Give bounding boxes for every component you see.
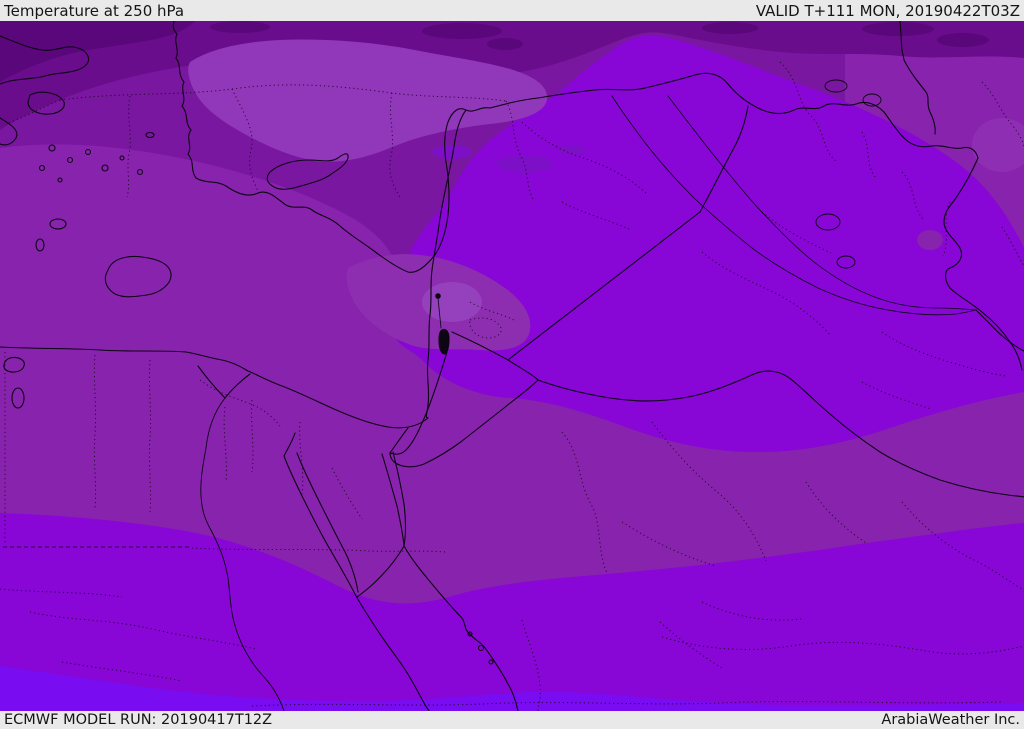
- dead-sea: [438, 328, 450, 355]
- valid-time-label: VALID T+111 MON, 20190422T03Z: [755, 1, 1020, 20]
- map-canvas: [0, 21, 1024, 711]
- cold-blob: [210, 21, 270, 33]
- cold-blob: [422, 23, 502, 39]
- footer-bar: ECMWF MODEL RUN: 20190417T12Z ArabiaWeat…: [0, 711, 1024, 729]
- fill-dull-blob-iraq: [917, 230, 943, 250]
- model-run-label: ECMWF MODEL RUN: 20190417T12Z: [4, 712, 273, 728]
- temperature-fill-layers: [0, 21, 1024, 711]
- branding-label: ArabiaWeather Inc.: [881, 712, 1020, 728]
- page-title: Temperature at 250 hPa: [4, 1, 185, 20]
- sea-of-galilee: [435, 293, 441, 299]
- cold-blob: [937, 33, 989, 47]
- temp-blob: [496, 155, 552, 173]
- temperature-map: [0, 21, 1024, 711]
- weather-map-app: Temperature at 250 hPa VALID T+111 MON, …: [0, 0, 1024, 729]
- fill-dull-blob-saudi: [483, 511, 527, 537]
- cold-blob: [862, 22, 934, 36]
- cold-blob: [702, 22, 758, 34]
- cold-blob: [487, 38, 523, 50]
- header-bar: Temperature at 250 hPa VALID T+111 MON, …: [0, 0, 1024, 21]
